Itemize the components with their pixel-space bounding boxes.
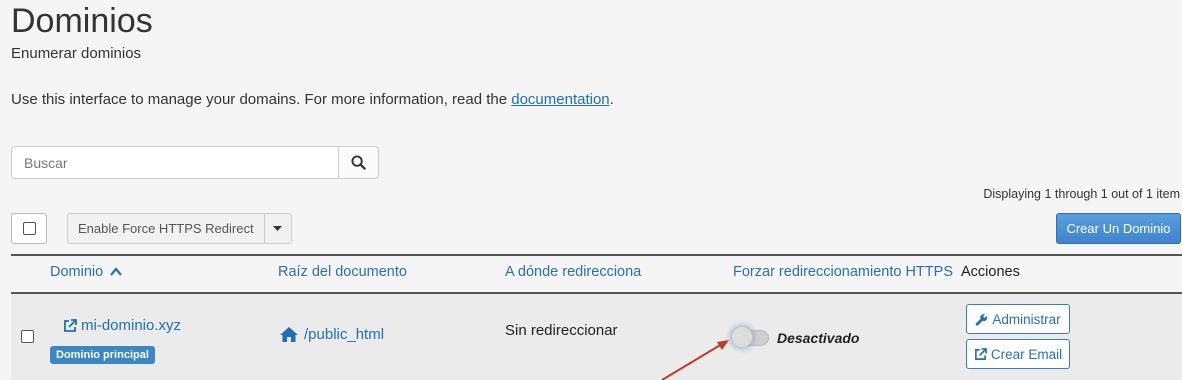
manage-button-label: Administrar (992, 311, 1061, 327)
documentation-link[interactable]: documentation (511, 91, 609, 108)
page-title: Dominios (11, 2, 153, 40)
annotation-arrow-icon (661, 340, 729, 380)
bulk-action-dropdown[interactable]: Enable Force HTTPS Redirect (67, 213, 292, 244)
row-checkbox[interactable] (21, 330, 34, 343)
document-root-link[interactable]: /public_html (279, 326, 384, 343)
table-top-divider (11, 254, 1182, 256)
intro-text-end: . (609, 91, 614, 108)
enable-force-https-button[interactable]: Enable Force HTTPS Redirect (68, 214, 265, 243)
domain-name: mi-dominio.xyz (81, 317, 182, 334)
main-domain-badge: Dominio principal (50, 346, 155, 364)
manage-button[interactable]: Administrar (966, 304, 1070, 334)
column-header-docroot[interactable]: Raíz del documento (278, 264, 407, 280)
column-header-actions: Acciones (961, 264, 1020, 280)
sort-ascending-icon (110, 267, 123, 276)
https-status-label: Desactivado (777, 330, 860, 346)
search-input[interactable] (12, 147, 338, 178)
search-box (11, 146, 379, 179)
redirect-target: Sin redireccionar (505, 322, 618, 339)
document-root-path: /public_html (304, 326, 385, 343)
pagination-summary: Displaying 1 through 1 out of 1 item (983, 187, 1180, 201)
domain-link[interactable]: mi-dominio.xyz (63, 317, 181, 334)
wrench-icon (976, 313, 988, 326)
external-link-icon (974, 347, 987, 360)
select-all-checkbox[interactable] (11, 213, 47, 244)
intro-text: Use this interface to manage your domain… (11, 91, 614, 108)
column-header-https[interactable]: Forzar redireccionamiento HTTPS (733, 264, 953, 280)
chevron-down-icon[interactable] (265, 214, 291, 243)
create-domain-button[interactable]: Crear Un Dominio (1056, 213, 1181, 244)
column-header-domain-label: Dominio (50, 264, 104, 280)
home-icon (280, 327, 298, 342)
external-link-icon (64, 318, 77, 332)
search-button[interactable] (338, 147, 378, 178)
create-email-label: Crear Email (990, 346, 1063, 362)
column-header-redirect[interactable]: A dónde redirecciona (505, 264, 641, 280)
intro-text-body: Use this interface to manage your domain… (11, 91, 512, 108)
create-email-button[interactable]: Crear Email (966, 339, 1070, 369)
column-header-domain[interactable]: Dominio (50, 264, 123, 280)
search-icon (351, 155, 366, 170)
page-subtitle: Enumerar dominios (11, 45, 142, 62)
checkbox-box (22, 222, 36, 235)
